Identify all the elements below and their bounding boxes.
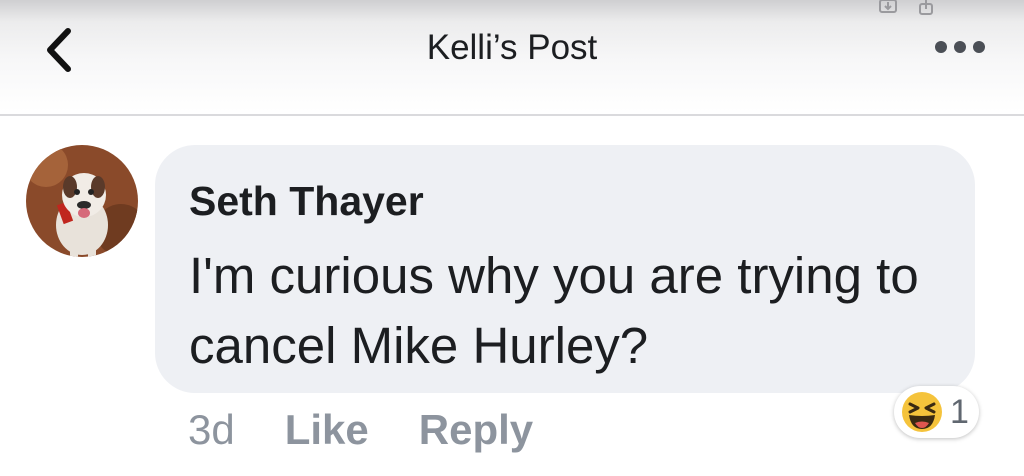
reply-button[interactable]: Reply [419,406,533,454]
more-horizontal-icon [935,41,985,53]
avatar[interactable] [26,145,138,257]
post-comments-screen: Kelli’s Post Seth Thayer I'm curious why… [0,0,1024,476]
more-options-button[interactable] [930,32,990,62]
laughing-emoji-icon [902,392,942,432]
dog-avatar-image [26,145,138,257]
page-title: Kelli’s Post [426,28,598,67]
navigation-header: Kelli’s Post [0,0,1024,116]
reaction-count: 1 [950,392,969,431]
comment-timestamp: 3d [188,406,235,453]
like-button[interactable]: Like [285,406,369,454]
comment-author[interactable]: Seth Thayer [189,177,424,225]
reaction-badge[interactable]: 1 [894,386,979,438]
comment-text: I'm curious why you are trying to cancel… [189,247,919,374]
status-icons [879,0,933,15]
comment-bubble: Seth Thayer I'm curious why you are tryi… [155,145,975,393]
comment-actions: 3d Like Reply [188,402,583,458]
